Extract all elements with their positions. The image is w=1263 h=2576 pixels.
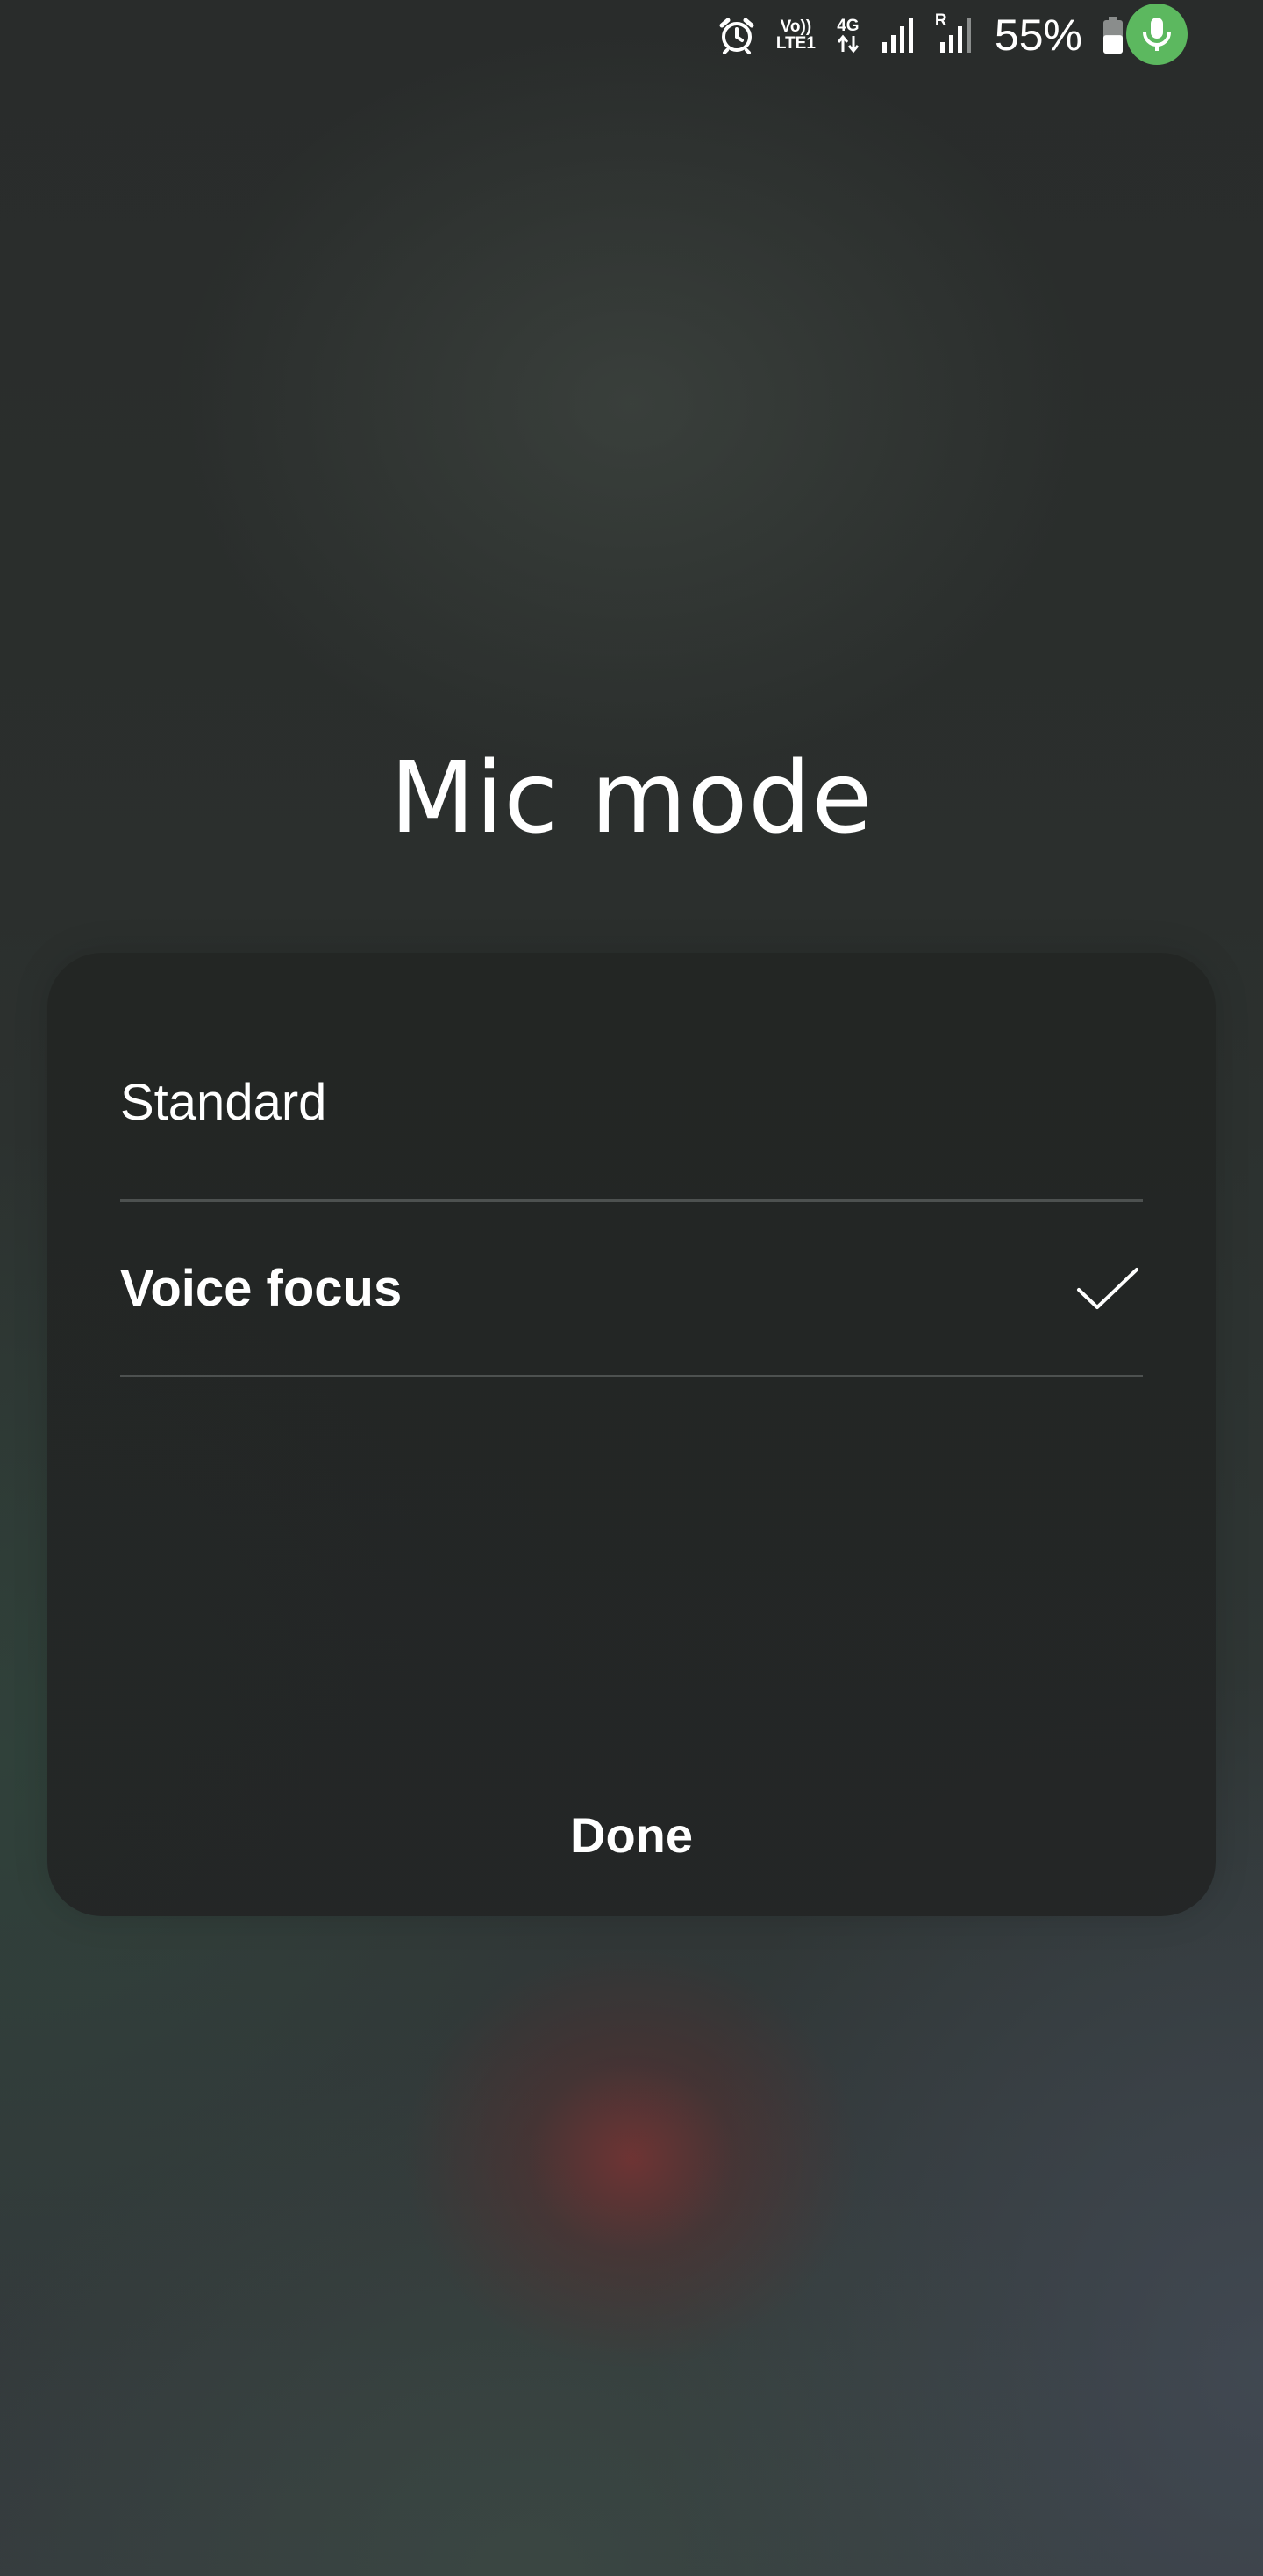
alarm-icon — [717, 15, 757, 55]
4g-data-icon: 4G — [835, 18, 861, 54]
volte-label-top: Vo)) — [780, 18, 812, 36]
volte-label-bottom: LTE1 — [775, 34, 816, 53]
option-label: Voice focus — [120, 1260, 403, 1317]
mic-in-use-icon[interactable] — [1126, 4, 1188, 65]
roaming-label: R — [934, 11, 947, 30]
roaming-signal-icon: R — [935, 12, 974, 54]
network-type-label: 4G — [837, 16, 860, 35]
option-voice-focus[interactable]: Voice focus — [120, 1202, 1143, 1377]
battery-percent: 55% — [994, 11, 1082, 60]
done-button[interactable]: Done — [47, 1786, 1216, 1883]
option-standard[interactable]: Standard — [120, 953, 1143, 1202]
battery-icon — [1102, 16, 1124, 54]
check-icon — [1073, 1254, 1143, 1324]
signal-icon — [881, 16, 916, 54]
volte-icon: Vo)) LTE1 — [776, 18, 816, 52]
status-bar: Vo)) LTE1 4G R 55% — [0, 0, 1263, 70]
page-title: Mic mode — [389, 741, 874, 855]
option-label: Standard — [120, 1074, 327, 1131]
mic-mode-dialog: Standard Voice focus Done — [47, 953, 1216, 1916]
data-arrows-icon — [837, 34, 860, 53]
status-icons: Vo)) LTE1 4G R 55% — [717, 0, 1189, 70]
